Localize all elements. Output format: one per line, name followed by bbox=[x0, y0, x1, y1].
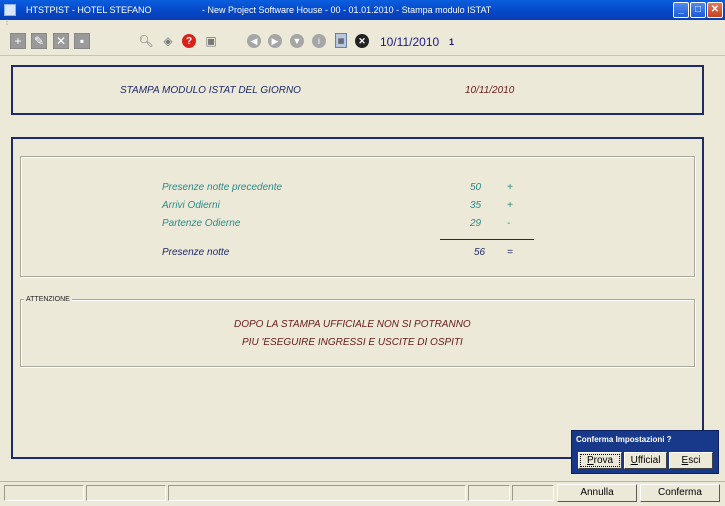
help-icon[interactable]: ? bbox=[182, 34, 196, 48]
row-value-arrivi: 35 bbox=[470, 200, 482, 211]
ufficial-button[interactable]: Ufficial bbox=[624, 452, 667, 469]
toolbar-date: 10/11/2010 bbox=[380, 35, 440, 49]
status-cell bbox=[468, 485, 510, 501]
title-bar[interactable]: HTSTPIST - HOTEL STEFANO - New Project S… bbox=[0, 0, 725, 20]
summary-group bbox=[20, 156, 695, 277]
close-window-icon[interactable]: ✕ bbox=[707, 2, 723, 18]
window-title-app: HTSTPIST - HOTEL STEFANO bbox=[26, 5, 152, 15]
row-value-presenze-precedente: 50 bbox=[470, 182, 482, 193]
warning-line-2: PIU 'ESEGUIRE INGRESSI E USCITE DI OSPIT… bbox=[242, 337, 463, 348]
total-separator bbox=[440, 239, 534, 240]
status-cell bbox=[4, 485, 84, 501]
warning-legend: ATTENZIONE bbox=[24, 296, 72, 303]
eraser-icon[interactable]: ◈ bbox=[160, 33, 176, 49]
total-label: Presenze notte bbox=[162, 247, 230, 258]
down-icon[interactable]: ▼ bbox=[290, 34, 304, 48]
save-icon[interactable]: ▪ bbox=[74, 33, 90, 49]
esci-button[interactable]: Esci bbox=[669, 452, 713, 469]
back-icon[interactable]: ◀ bbox=[247, 34, 261, 48]
disk-icon[interactable]: ▣ bbox=[203, 33, 219, 49]
report-date: 10/11/2010 bbox=[465, 85, 515, 96]
add-icon[interactable]: + bbox=[10, 33, 26, 49]
annulla-button[interactable]: Annulla bbox=[557, 484, 637, 502]
row-op-arrivi: + bbox=[507, 200, 513, 211]
window-title-context: - New Project Software House - 00 - 01.0… bbox=[202, 5, 492, 15]
toolbar-count: 1 bbox=[449, 37, 455, 47]
row-label-partenze: Partenze Odierne bbox=[162, 218, 241, 229]
calculator-icon[interactable]: ▦ bbox=[335, 33, 347, 48]
search-icon[interactable]: 🔍︎ bbox=[138, 33, 154, 49]
row-label-presenze-precedente: Presenze notte precedente bbox=[162, 182, 283, 193]
row-op-presenze-precedente: + bbox=[507, 182, 513, 193]
row-label-arrivi: Arrivi Odierni bbox=[162, 200, 220, 211]
menu-grip-icon: ⁞ bbox=[6, 20, 8, 27]
report-title: STAMPA MODULO ISTAT DEL GIORNO bbox=[120, 85, 301, 96]
menu-bar: ⁞ bbox=[0, 20, 725, 29]
prova-button[interactable]: Prova bbox=[578, 452, 622, 469]
delete-icon[interactable]: ✕ bbox=[53, 33, 69, 49]
row-op-partenze: - bbox=[507, 218, 511, 229]
info-icon[interactable]: i bbox=[312, 34, 326, 48]
confirm-dialog: Conferma Impostazioni ? Prova Ufficial E… bbox=[571, 430, 719, 474]
minimize-icon[interactable]: _ bbox=[673, 2, 689, 18]
dialog-title: Conferma Impostazioni ? bbox=[576, 435, 672, 444]
maximize-icon[interactable]: □ bbox=[690, 2, 706, 18]
total-op: = bbox=[507, 247, 513, 258]
status-cell bbox=[168, 485, 466, 501]
toolbar: + ✎ ✕ ▪ 🔍︎ ◈ ? ▣ ◀ ▶ ▼ i ▦ ✕ 10/11/2010 … bbox=[0, 29, 725, 55]
app-icon bbox=[4, 4, 16, 16]
status-bar: Annulla Conferma bbox=[0, 481, 725, 506]
status-cell bbox=[512, 485, 554, 501]
header-panel bbox=[11, 65, 704, 115]
status-cell bbox=[86, 485, 166, 501]
forward-icon[interactable]: ▶ bbox=[268, 34, 282, 48]
warning-group bbox=[20, 299, 695, 367]
edit-icon[interactable]: ✎ bbox=[31, 33, 47, 49]
total-value: 56 bbox=[474, 247, 486, 258]
cancel-icon[interactable]: ✕ bbox=[355, 34, 369, 48]
conferma-button[interactable]: Conferma bbox=[640, 484, 720, 502]
warning-line-1: DOPO LA STAMPA UFFICIALE NON SI POTRANNO bbox=[234, 319, 471, 330]
row-value-partenze: 29 bbox=[470, 218, 482, 229]
